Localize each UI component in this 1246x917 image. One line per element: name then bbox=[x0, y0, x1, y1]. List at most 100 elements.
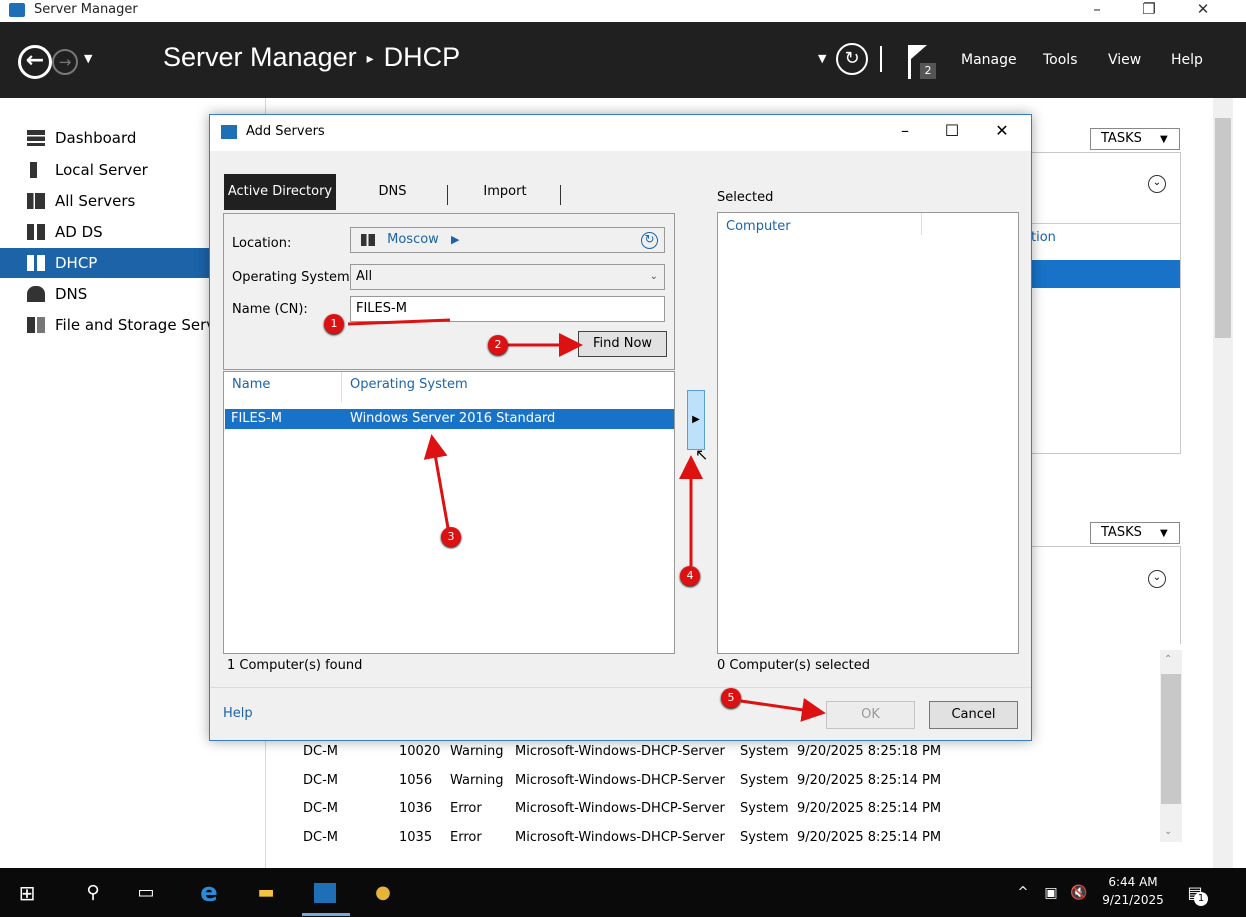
chevron-down-icon: ▼ bbox=[1160, 134, 1168, 145]
scroll-up-icon[interactable]: ⌃ bbox=[1164, 654, 1172, 665]
collapse-icon[interactable]: ⌄ bbox=[1148, 570, 1166, 588]
tasks-label: TASKS bbox=[1101, 525, 1142, 540]
maximize-button[interactable]: ❐ bbox=[1126, 0, 1172, 22]
server-manager-icon bbox=[9, 3, 25, 17]
server-icon bbox=[30, 162, 37, 178]
file-explorer-icon[interactable]: ▬ bbox=[255, 882, 277, 904]
sidebar-item-label: File and Storage Serv bbox=[55, 316, 216, 334]
event-log: System bbox=[740, 744, 789, 759]
clock[interactable]: 6:44 AM 9/21/2025 bbox=[1098, 873, 1168, 909]
refresh-icon[interactable]: ↻ bbox=[641, 232, 658, 249]
domain-icon bbox=[361, 233, 375, 246]
result-row[interactable]: FILES-M Windows Server 2016 Standard bbox=[225, 409, 674, 429]
collapse-icon[interactable]: ⌄ bbox=[1148, 175, 1166, 193]
server-manager-taskbar-icon[interactable] bbox=[314, 883, 336, 903]
internet-explorer-icon[interactable]: e bbox=[198, 880, 220, 906]
notifications-flag-icon[interactable]: 2 bbox=[906, 41, 936, 81]
location-picker[interactable]: Moscow ▶ ↻ bbox=[350, 227, 665, 253]
tasks-dropdown-events[interactable]: TASKS ▼ bbox=[1090, 522, 1180, 544]
table-row[interactable]: DC-M 1035 Error Microsoft-Windows-DHCP-S… bbox=[295, 824, 1160, 848]
refresh-icon[interactable]: ↻ bbox=[836, 43, 868, 75]
selected-count: 0 Computer(s) selected bbox=[717, 658, 870, 673]
menu-tools[interactable]: Tools bbox=[1043, 52, 1078, 68]
find-now-button[interactable]: Find Now bbox=[578, 331, 667, 357]
table-row[interactable]: DC-M 10020 Warning Microsoft-Windows-DHC… bbox=[295, 738, 1160, 766]
breadcrumb-section: DHCP bbox=[383, 42, 461, 72]
events-scrollbar[interactable]: ⌃ ⌄ bbox=[1160, 650, 1182, 842]
results-list: Name Operating System FILES-M Windows Se… bbox=[223, 371, 675, 654]
tab-active-directory[interactable]: Active Directory bbox=[224, 174, 336, 210]
event-source: Microsoft-Windows-DHCP-Server bbox=[515, 773, 725, 788]
chevron-down-icon: ⌄ bbox=[649, 271, 658, 282]
search-icon[interactable]: ⚲ bbox=[82, 882, 104, 904]
main-scrollbar[interactable] bbox=[1213, 98, 1233, 868]
sidebar-item-label: Dashboard bbox=[55, 129, 137, 147]
task-view-icon[interactable]: ▭ bbox=[135, 882, 157, 904]
help-link[interactable]: Help bbox=[223, 706, 253, 721]
ok-button[interactable]: OK bbox=[826, 701, 915, 729]
network-icon[interactable]: ▣ bbox=[1040, 882, 1062, 904]
minimize-button[interactable]: – bbox=[1074, 0, 1120, 22]
annotation-marker-1: 1 bbox=[324, 314, 344, 334]
show-hidden-icons-icon[interactable]: ^ bbox=[1012, 882, 1034, 904]
taskbar: ⊞ ⚲ ▭ e ▬ ● ^ ▣ 🔇 6:44 AM 9/21/2025 ▤ 1 bbox=[0, 868, 1246, 917]
close-button[interactable]: ✕ bbox=[1180, 0, 1226, 22]
os-value: All bbox=[356, 269, 373, 284]
cancel-button[interactable]: Cancel bbox=[929, 701, 1018, 729]
table-row[interactable]: DC-M 1036 Error Microsoft-Windows-DHCP-S… bbox=[295, 795, 1160, 823]
menu-manage[interactable]: Manage bbox=[961, 52, 1017, 68]
servers-icon bbox=[27, 193, 45, 209]
name-input[interactable]: FILES-M bbox=[350, 296, 665, 322]
scroll-down-icon[interactable]: ⌄ bbox=[1164, 826, 1172, 837]
event-server: DC-M bbox=[303, 773, 338, 788]
event-log: System bbox=[740, 773, 789, 788]
dhcp-console-icon[interactable]: ● bbox=[372, 882, 394, 904]
notification-badge: 1 bbox=[1194, 892, 1208, 906]
dialog-maximize-button[interactable]: ☐ bbox=[932, 120, 972, 144]
app-header: ← → ▼ Server Manager ▸ DHCP ▼ ↻ 2 Manage T… bbox=[0, 22, 1246, 98]
selected-row[interactable] bbox=[1031, 260, 1180, 288]
scroll-thumb[interactable] bbox=[1161, 674, 1181, 804]
dns-icon bbox=[27, 286, 45, 302]
sidebar-item-label: DNS bbox=[55, 285, 88, 303]
back-button[interactable]: ← bbox=[18, 45, 52, 79]
tab-divider bbox=[560, 185, 561, 205]
tab-import[interactable]: Import bbox=[460, 174, 550, 210]
name-label: Name (CN): bbox=[232, 302, 308, 317]
mouse-cursor-icon: ↖ bbox=[695, 445, 709, 464]
tab-dns[interactable]: DNS bbox=[350, 174, 435, 210]
annotation-marker-3: 3 bbox=[441, 527, 461, 547]
header-divider bbox=[880, 46, 882, 72]
column-name[interactable]: Name bbox=[232, 377, 270, 392]
table-row[interactable]: DC-M 1056 Warning Microsoft-Windows-DHCP… bbox=[295, 767, 1160, 795]
column-computer[interactable]: Computer bbox=[726, 219, 791, 234]
events-panel: ⌄ bbox=[1030, 546, 1181, 644]
event-source: Microsoft-Windows-DHCP-Server bbox=[515, 830, 725, 845]
sidebar-item-label: AD DS bbox=[55, 223, 103, 241]
event-date: 9/20/2025 8:25:14 PM bbox=[797, 830, 942, 845]
expand-arrow-icon[interactable]: ▶ bbox=[451, 233, 459, 246]
dialog-minimize-button[interactable]: – bbox=[885, 120, 925, 144]
annotation-marker-4: 4 bbox=[680, 566, 700, 586]
breadcrumb-app[interactable]: Server Manager bbox=[163, 42, 357, 72]
menu-help[interactable]: Help bbox=[1171, 52, 1203, 68]
server-manager-icon bbox=[221, 125, 237, 139]
dialog-close-button[interactable]: ✕ bbox=[982, 120, 1022, 144]
event-id: 1036 bbox=[399, 801, 433, 816]
breadcrumb-separator: ▸ bbox=[366, 50, 374, 67]
menu-view[interactable]: View bbox=[1108, 52, 1141, 68]
os-select[interactable]: All ⌄ bbox=[350, 264, 665, 290]
tasks-dropdown[interactable]: TASKS ▼ bbox=[1090, 128, 1180, 150]
chevron-down-icon: ▼ bbox=[1160, 528, 1168, 539]
refresh-dropdown-icon[interactable]: ▼ bbox=[818, 52, 826, 65]
column-divider bbox=[921, 213, 922, 235]
main-scroll-thumb[interactable] bbox=[1215, 118, 1231, 338]
servers-panel: ⌄ tion bbox=[1030, 152, 1181, 454]
add-to-selected-button[interactable]: ▶ bbox=[687, 390, 705, 450]
column-os[interactable]: Operating System bbox=[350, 377, 468, 392]
forward-button[interactable]: → bbox=[52, 49, 78, 75]
volume-muted-icon[interactable]: 🔇 bbox=[1068, 882, 1090, 904]
nav-history-dropdown-icon[interactable]: ▼ bbox=[84, 52, 92, 65]
windows-start-icon[interactable]: ⊞ bbox=[16, 882, 38, 904]
tasks-label: TASKS bbox=[1101, 131, 1142, 146]
